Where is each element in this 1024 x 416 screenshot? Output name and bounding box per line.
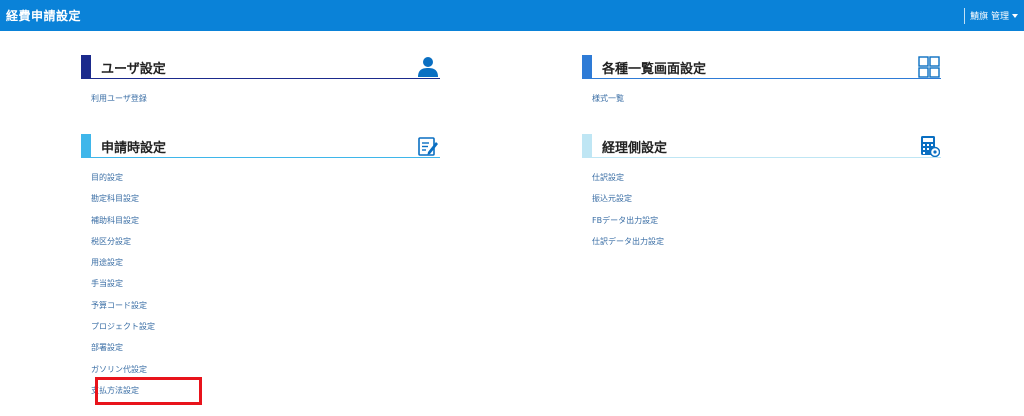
link-department-settings[interactable]: 部署設定: [91, 343, 123, 352]
list-item: 補助科目設定: [91, 210, 440, 231]
section-header: 各種一覧画面設定: [582, 55, 941, 79]
link-purpose-settings[interactable]: 目的設定: [91, 173, 123, 182]
list-item: 様式一覧: [592, 88, 941, 109]
section-title: 各種一覧画面設定: [602, 62, 707, 77]
link-journal-data-output-settings[interactable]: 仕訳データ出力設定: [592, 237, 664, 246]
list-item: 部署設定: [91, 337, 440, 358]
user-menu-dropdown[interactable]: 鯖旗 管理: [964, 7, 1024, 24]
link-list: 仕訳設定 振込元設定 FBデータ出力設定 仕訳データ出力設定: [582, 167, 941, 252]
highlight-box: [95, 377, 202, 405]
section-title: 経理側設定: [602, 141, 668, 156]
link-allowance-settings[interactable]: 手当設定: [91, 279, 123, 288]
section-header: 申請時設定: [81, 134, 440, 158]
link-list: 利用ユーザ登録: [81, 88, 440, 109]
link-usage-settings[interactable]: 用途設定: [91, 258, 123, 267]
user-icon: [418, 57, 438, 77]
link-fb-data-output-settings[interactable]: FBデータ出力設定: [592, 216, 658, 225]
section-accent-bar: [81, 134, 91, 158]
section-header: 経理側設定: [582, 134, 941, 158]
section-title: ユーザ設定: [101, 62, 166, 77]
link-budget-code-settings[interactable]: 予算コード設定: [91, 301, 147, 310]
caret-down-icon: [1012, 13, 1018, 18]
link-tax-category-settings[interactable]: 税区分設定: [91, 237, 131, 246]
list-item: 仕訳データ出力設定: [592, 231, 941, 252]
section-accent-bar: [81, 55, 91, 79]
list-item: 用途設定: [91, 252, 440, 273]
list-item: 税区分設定: [91, 231, 440, 252]
list-item: プロジェクト設定: [91, 316, 440, 337]
section-title: 申請時設定: [101, 141, 167, 156]
list-item: 目的設定: [91, 167, 440, 188]
link-gasoline-settings[interactable]: ガソリン代設定: [91, 365, 147, 374]
section-header: ユーザ設定: [81, 55, 440, 79]
grid-icon: [918, 56, 940, 78]
app-title: 経費申請設定: [6, 9, 82, 23]
user-menu-label: 鯖旗 管理: [970, 12, 1009, 22]
list-item: 振込元設定: [592, 188, 941, 209]
list-item: 手当設定: [91, 273, 440, 294]
calculator-icon: [921, 136, 940, 157]
link-list: 目的設定 勘定科目設定 補助科目設定 税区分設定 用途設定 手当設定 予算コード…: [81, 167, 440, 401]
link-account-settings[interactable]: 勘定科目設定: [91, 194, 139, 203]
section-user-settings: ユーザ設定 利用ユーザ登録: [81, 55, 440, 109]
section-list-screen-settings: 各種一覧画面設定 様式一覧: [582, 55, 941, 109]
section-accent-bar: [582, 134, 592, 158]
list-item: 利用ユーザ登録: [91, 88, 440, 109]
top-nav-bar: 経費申請設定 鯖旗 管理: [0, 0, 1024, 31]
link-journal-settings[interactable]: 仕訳設定: [592, 173, 624, 182]
edit-document-icon: [418, 137, 438, 156]
section-application-settings: 申請時設定 目的設定 勘定科目設定 補助科目設定 税区分設定 用途設定 手当設定…: [81, 134, 440, 401]
link-user-registration[interactable]: 利用ユーザ登録: [91, 94, 147, 103]
list-item: FBデータ出力設定: [592, 210, 941, 231]
link-list: 様式一覧: [582, 88, 941, 109]
link-project-settings[interactable]: プロジェクト設定: [91, 322, 155, 331]
link-sub-account-settings[interactable]: 補助科目設定: [91, 216, 139, 225]
section-accent-bar: [582, 55, 592, 79]
list-item: 予算コード設定: [91, 295, 440, 316]
section-accounting-settings: 経理側設定 仕訳設定 振込元設定 FBデータ出力設定 仕訳データ出力設定: [582, 134, 941, 252]
link-form-list[interactable]: 様式一覧: [592, 94, 624, 103]
list-item: 勘定科目設定: [91, 188, 440, 209]
link-transfer-source-settings[interactable]: 振込元設定: [592, 194, 632, 203]
list-item: 仕訳設定: [592, 167, 941, 188]
